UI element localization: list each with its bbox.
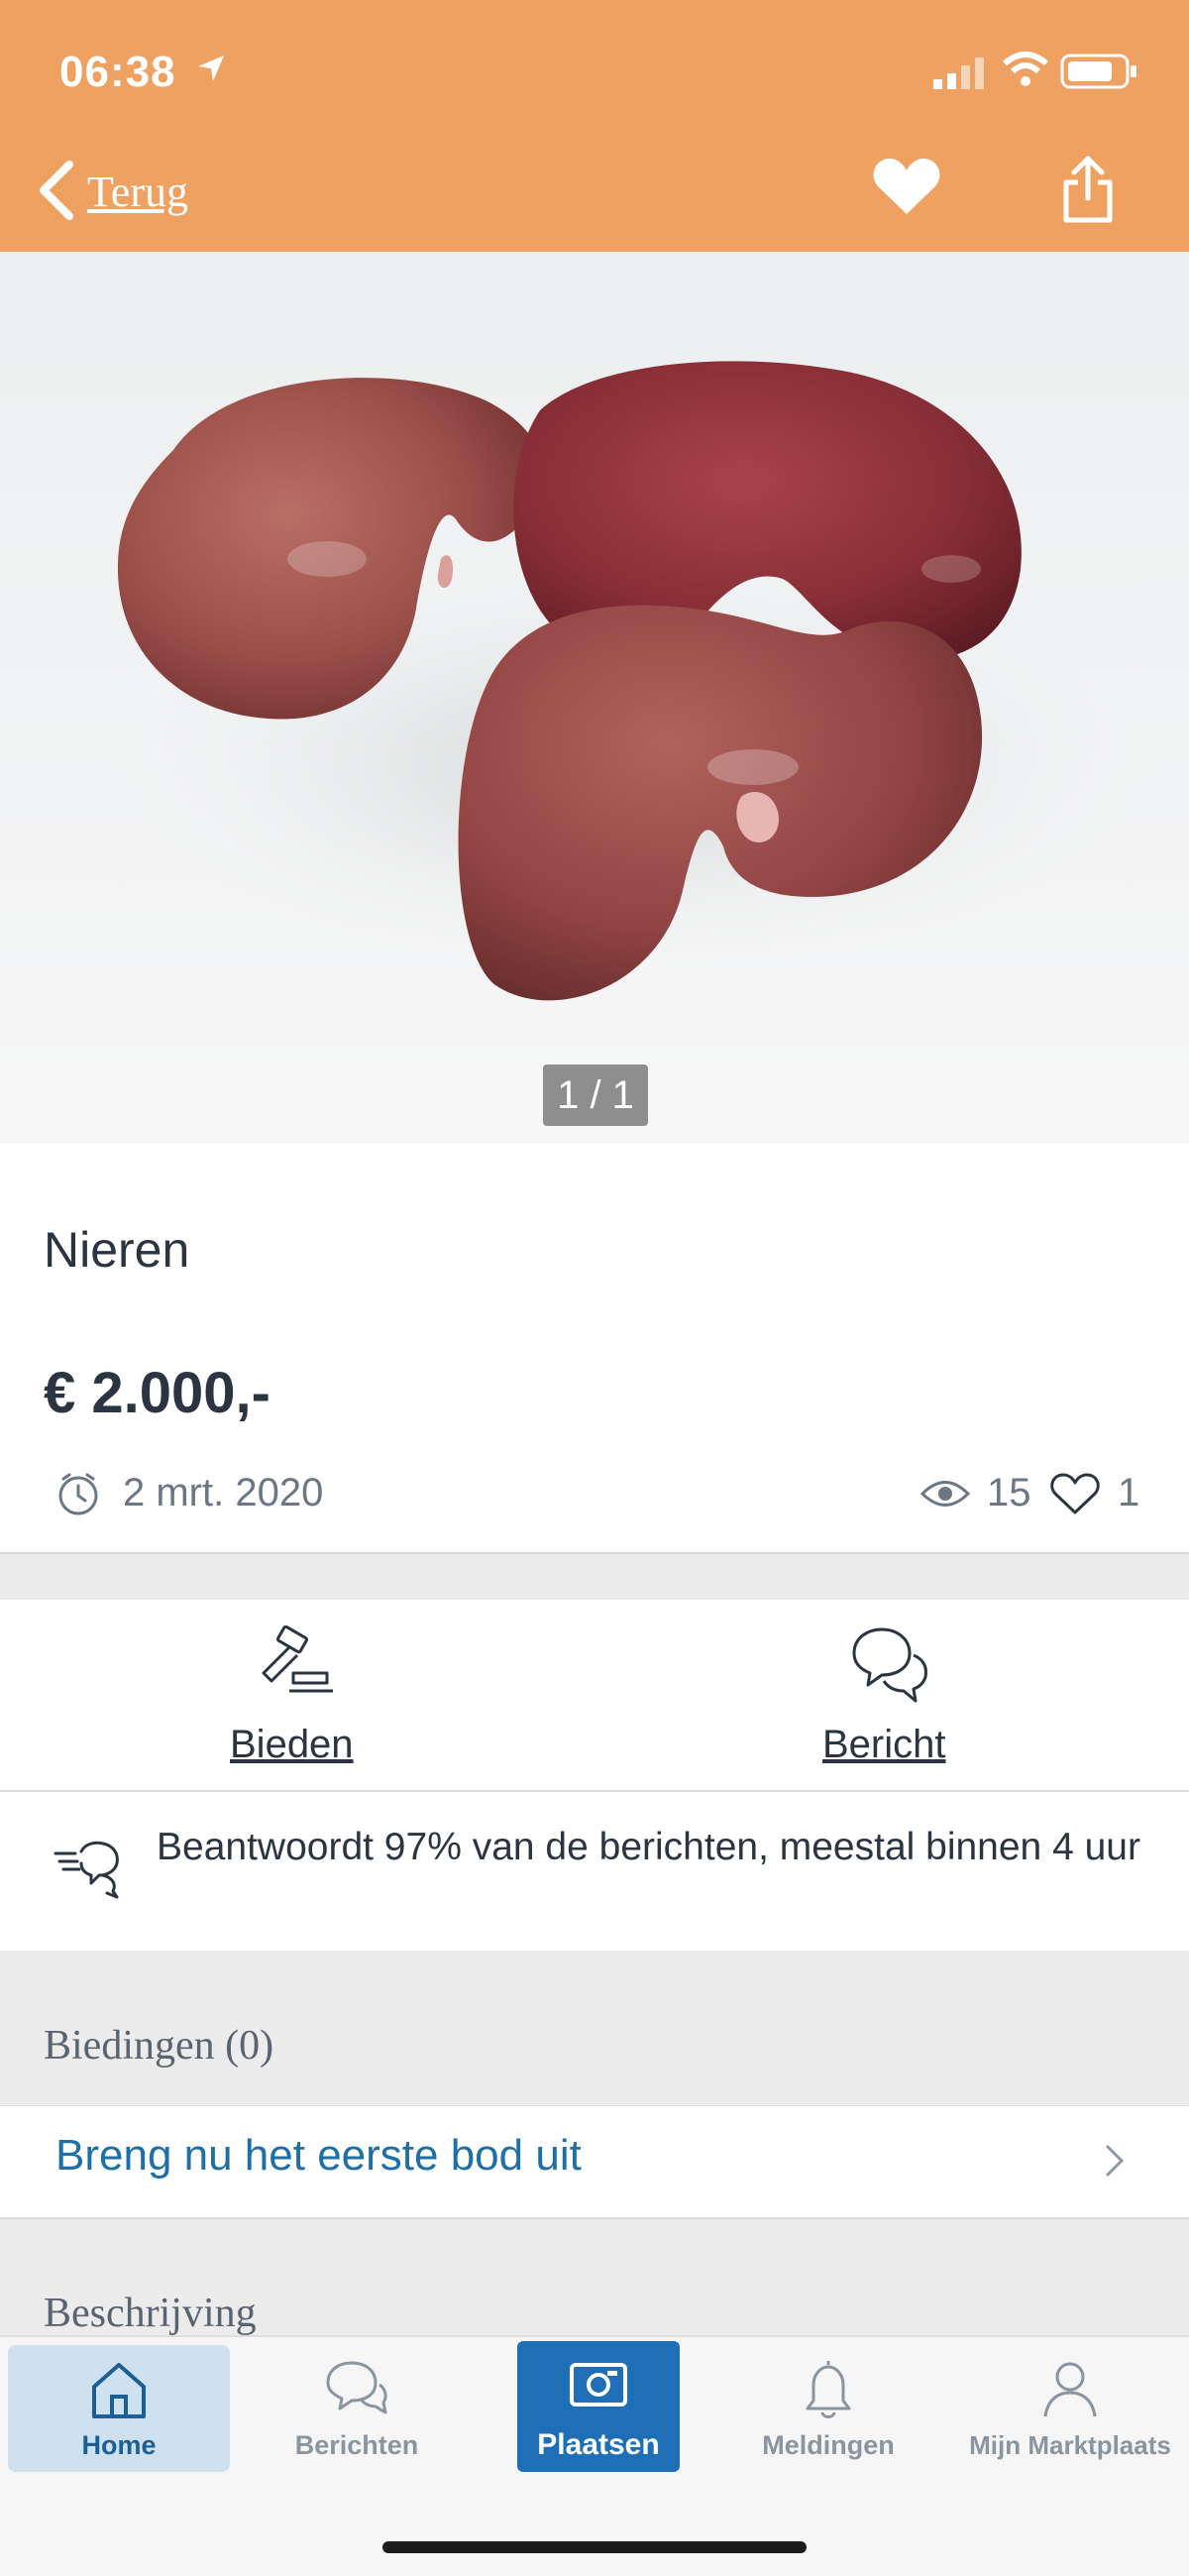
chat-icon <box>326 2361 387 2414</box>
views-count: 15 <box>987 1471 1031 1514</box>
action-card <box>0 1600 1189 1792</box>
status-time: 06:38 <box>59 48 176 96</box>
message-button[interactable]: Bericht <box>822 1723 946 1767</box>
photo-counter: 1 / 1 <box>543 1064 648 1126</box>
favorites-count: 1 <box>1118 1471 1140 1514</box>
views-eye-icon <box>919 1481 971 1507</box>
camera-icon <box>570 2363 627 2407</box>
message-chat-icon[interactable] <box>848 1625 931 1705</box>
share-icon[interactable] <box>1060 155 1116 224</box>
tab-my-marktplaats-label: Mijn Marktplaats <box>969 2430 1171 2460</box>
tab-notifications-label: Meldingen <box>762 2430 895 2460</box>
tab-messages-label: Berichten <box>294 2430 419 2460</box>
tab-home-label: Home <box>81 2430 157 2460</box>
favorites-heart-icon <box>1050 1473 1100 1514</box>
favorite-heart-icon[interactable] <box>872 157 941 218</box>
place-first-bid-link[interactable]: Breng nu het eerste bod uit <box>55 2131 582 2181</box>
description-section-header: Beschrijving <box>44 2291 257 2336</box>
tab-my-marktplaats[interactable]: Mijn Marktplaats <box>951 2345 1189 2472</box>
tab-place-label: Plaatsen <box>537 2428 660 2461</box>
kidneys-image <box>117 361 1149 1001</box>
back-button[interactable]: Terug <box>87 167 188 217</box>
tab-notifications[interactable]: Meldingen <box>717 2345 939 2472</box>
listing-price: € 2.000,- <box>44 1361 270 1425</box>
gavel-icon[interactable] <box>250 1625 339 1705</box>
user-icon <box>1043 2362 1097 2417</box>
location-arrow-icon <box>198 56 224 81</box>
response-rate-text: Beantwoordt 97% van de berichten, meesta… <box>157 1826 1140 1868</box>
bid-button[interactable]: Bieden <box>230 1723 354 1767</box>
listing-date: 2 mrt. 2020 <box>123 1471 324 1514</box>
home-icon <box>92 2363 146 2418</box>
cell-signal-icon <box>933 57 984 89</box>
listing-photo[interactable] <box>0 252 1189 1144</box>
tab-home[interactable]: Home <box>8 2345 230 2472</box>
bell-icon <box>806 2361 851 2418</box>
bids-section-header: Biedingen (0) <box>44 2023 274 2069</box>
tab-place-ad[interactable]: Plaatsen <box>517 2341 680 2472</box>
tab-messages[interactable]: Berichten <box>246 2345 468 2472</box>
battery-icon <box>1060 54 1136 89</box>
wifi-icon <box>1003 52 1048 86</box>
listing-title: Nieren <box>44 1222 190 1278</box>
fast-response-icon <box>54 1841 119 1899</box>
chevron-right-icon <box>1106 2145 1125 2177</box>
home-indicator[interactable] <box>382 2541 807 2553</box>
clock-icon <box>58 1473 98 1515</box>
back-chevron-icon[interactable] <box>34 159 77 222</box>
